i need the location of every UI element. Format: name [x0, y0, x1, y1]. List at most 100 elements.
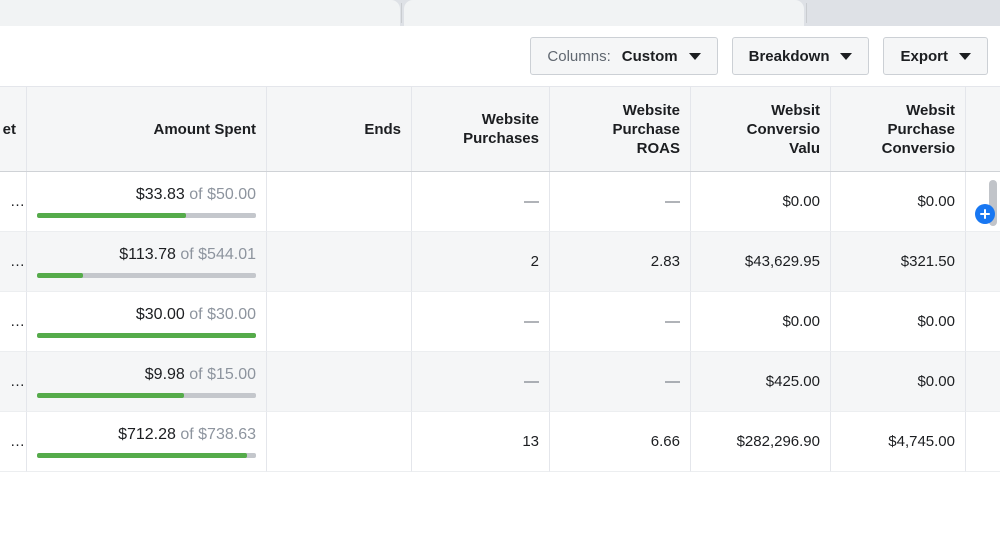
- cell-value: —: [524, 373, 539, 390]
- toolbar-actions: Columns: Custom Breakdown Export: [530, 37, 988, 75]
- cell-value: —: [665, 313, 680, 330]
- vertical-scrollbar[interactable]: [989, 174, 997, 560]
- cell-website-conversion-value: $0.00: [691, 172, 831, 232]
- plus-horizontal-stroke: [980, 213, 990, 215]
- table-header-row: et Amount Spent Ends Website Purchases W…: [0, 86, 1000, 172]
- cell-ends: [267, 412, 412, 472]
- export-button-label: Export: [900, 48, 948, 65]
- chevron-down-icon: [689, 53, 701, 60]
- cell-website-purchases: 13: [412, 412, 550, 472]
- spend-line: $113.78 of $544.01: [119, 246, 256, 264]
- cell-value: —: [665, 373, 680, 390]
- budget-progress-fill: [37, 273, 83, 278]
- spend-line: $712.28 of $738.63: [118, 426, 256, 444]
- breakdown-button[interactable]: Breakdown: [732, 37, 870, 75]
- cell-ends: [267, 232, 412, 292]
- browser-tab-strip: [0, 0, 1000, 26]
- cell-website-conversion-value: $43,629.95: [691, 232, 831, 292]
- spend-of: of: [189, 186, 202, 203]
- export-button[interactable]: Export: [883, 37, 988, 75]
- cell-amount-spent: $712.28 of $738.63: [27, 412, 267, 472]
- spend-wrap: $33.83 of $50.00: [37, 186, 256, 218]
- cell-value: 13: [522, 433, 539, 450]
- cell-ends: [267, 352, 412, 412]
- cell-budget[interactable]: …: [0, 232, 27, 292]
- table-row[interactable]: … $9.98 of $15.00 — — $425.00 $0.00: [0, 352, 1000, 412]
- cell-amount-spent: $33.83 of $50.00: [27, 172, 267, 232]
- cell-amount-spent: $113.78 of $544.01: [27, 232, 267, 292]
- cell-website-purchase-conversion: $0.00: [831, 172, 966, 232]
- cell-ends: [267, 292, 412, 352]
- cell-value: —: [524, 313, 539, 330]
- cell-value: $0.00: [917, 373, 955, 390]
- cell-website-conversion-value: $0.00: [691, 292, 831, 352]
- spend-cap: $15.00: [207, 366, 256, 383]
- cell-budget[interactable]: …: [0, 292, 27, 352]
- cell-budget-value: …: [10, 433, 26, 450]
- column-header-website-purchases[interactable]: Website Purchases: [412, 87, 550, 171]
- table-row[interactable]: …$30.00 of $30.00 — — $0.00 $0.00: [0, 292, 1000, 352]
- cell-website-conversion-value: $282,296.90: [691, 412, 831, 472]
- column-header-website-conversion-value[interactable]: Websit Conversio Valu: [691, 87, 831, 171]
- budget-progress-bar: [37, 333, 256, 338]
- spend-wrap: $712.28 of $738.63: [37, 426, 256, 458]
- column-header-website-purchase-roas[interactable]: Website Purchase ROAS: [550, 87, 691, 171]
- columns-button-value: Custom: [622, 48, 678, 65]
- cell-value: $425.00: [766, 373, 820, 390]
- cell-budget[interactable]: …: [0, 412, 27, 472]
- cell-website-purchases: —: [412, 292, 550, 352]
- budget-progress-fill: [37, 213, 186, 218]
- cell-website-purchase-conversion: $4,745.00: [831, 412, 966, 472]
- cell-roas: —: [550, 352, 691, 412]
- cell-budget[interactable]: …: [0, 172, 27, 232]
- column-header-ends[interactable]: Ends: [267, 87, 412, 171]
- cell-value: $0.00: [917, 313, 955, 330]
- column-header-website-purchase-conversion[interactable]: Websit Purchase Conversio: [831, 87, 966, 171]
- column-header-website-conversion-value-label: Websit Conversio Valu: [747, 101, 820, 158]
- browser-tab-1[interactable]: [0, 0, 400, 26]
- spend-amount: $30.00: [136, 306, 185, 323]
- table-row[interactable]: …$33.83 of $50.00——$0.00$0.00: [0, 172, 1000, 232]
- budget-progress-bar: [37, 453, 256, 458]
- cell-budget-value: …: [10, 373, 26, 390]
- column-header-budget[interactable]: et: [0, 87, 27, 171]
- ads-manager-toolbar: Columns: Custom Breakdown Export: [0, 26, 1000, 86]
- cell-amount-spent: $30.00 of $30.00: [27, 292, 267, 352]
- cell-website-purchases: 2: [412, 232, 550, 292]
- column-header-website-purchase-conversion-label: Websit Purchase Conversio: [882, 101, 955, 158]
- cell-website-conversion-value: $425.00: [691, 352, 831, 412]
- table-row[interactable]: … $712.28 of $738.63 13 6.66 $282,296.90$4,7…: [0, 412, 1000, 472]
- cell-value: 6.66: [651, 433, 680, 450]
- browser-tab-2[interactable]: [404, 0, 804, 26]
- budget-progress-fill: [37, 453, 247, 458]
- chevron-down-icon: [840, 53, 852, 60]
- cell-budget-value: …: [10, 253, 26, 270]
- cell-ends: [267, 172, 412, 232]
- budget-progress-fill: [37, 333, 256, 338]
- columns-button[interactable]: Columns: Custom: [530, 37, 717, 75]
- column-header-website-purchase-roas-label: Website Purchase ROAS: [612, 101, 680, 158]
- budget-progress-fill: [37, 393, 184, 398]
- cell-value: $43,629.95: [745, 253, 820, 270]
- cell-value: $0.00: [782, 313, 820, 330]
- column-header-budget-label: et: [3, 120, 16, 139]
- spend-cap: $30.00: [207, 306, 256, 323]
- cell-value: 2: [531, 253, 539, 270]
- spend-amount: $712.28: [118, 426, 176, 443]
- spend-of: of: [189, 366, 202, 383]
- spend-of: of: [180, 246, 193, 263]
- cell-website-purchase-conversion: $0.00: [831, 292, 966, 352]
- column-header-amount-spent[interactable]: Amount Spent: [27, 87, 267, 171]
- cell-budget-value: …: [10, 313, 26, 330]
- cell-value: $0.00: [917, 193, 955, 210]
- spend-wrap: $9.98 of $15.00: [37, 366, 256, 398]
- spend-line: $33.83 of $50.00: [136, 186, 256, 204]
- plus-circle-icon[interactable]: [975, 204, 995, 224]
- cell-budget[interactable]: …: [0, 352, 27, 412]
- spend-amount: $9.98: [145, 366, 185, 383]
- spend-of: of: [180, 426, 193, 443]
- column-header-ends-label: Ends: [364, 120, 401, 139]
- cell-value: $321.50: [901, 253, 955, 270]
- table-row[interactable]: …$113.78 of $544.0122.83$43,629.95$321.5…: [0, 232, 1000, 292]
- tab-separator: [401, 3, 402, 23]
